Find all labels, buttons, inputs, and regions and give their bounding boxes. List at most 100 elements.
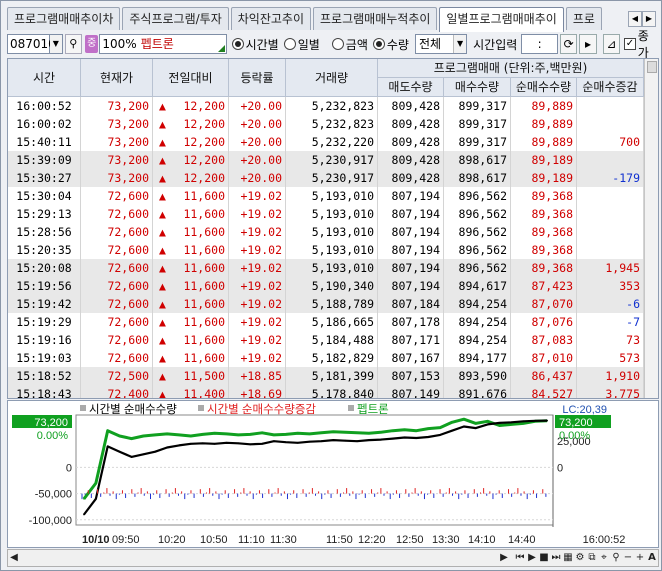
- table-row[interactable]: 15:19:56 72,600 ▲ 11,600 +19.02 5,190,340 807,…: [8, 277, 644, 295]
- table-row[interactable]: 15:28:56 72,600 ▲ 11,600 +19.02 5,193,010 807,…: [8, 223, 644, 241]
- table-row[interactable]: 16:00:52 73,200 ▲ 12,200 +20.00 5,232,823 809,…: [8, 97, 644, 115]
- cell-net-qty: 87,010: [511, 349, 577, 367]
- tab-next-icon[interactable]: ▶: [642, 11, 656, 27]
- col-time[interactable]: 시간: [8, 59, 81, 97]
- cell-change: ▲ 11,600: [153, 241, 229, 259]
- refresh-icon[interactable]: ⟳: [559, 34, 578, 54]
- table-row[interactable]: 15:19:03 72,600 ▲ 11,600 +19.02 5,182,829 807,…: [8, 349, 644, 367]
- cell-sell-qty: 807,194: [378, 223, 444, 241]
- radio-qty[interactable]: 수량: [372, 36, 409, 53]
- cell-net-qty: 89,189: [511, 151, 577, 169]
- table-row[interactable]: 15:19:42 72,600 ▲ 11,600 +19.02 5,188,789 807,…: [8, 295, 644, 313]
- cell-volume: 5,184,488: [286, 331, 378, 349]
- radio-amount[interactable]: 금액: [331, 36, 368, 53]
- col-volume[interactable]: 거래량: [286, 59, 378, 97]
- tab-5[interactable]: 프로: [565, 7, 602, 30]
- cell-sell-qty: 807,184: [378, 295, 444, 313]
- cell-sell-qty: 807,194: [378, 187, 444, 205]
- table-row[interactable]: 15:40:11 73,200 ▲ 12,200 +20.00 5,232,220 809,…: [8, 133, 644, 151]
- scroll-left-icon[interactable]: ◀: [8, 551, 20, 565]
- table-row[interactable]: 15:18:52 72,500 ▲ 11,500 +18.85 5,181,399 807,…: [8, 367, 644, 385]
- col-buy-qty[interactable]: 매수수량: [444, 78, 511, 97]
- col-price[interactable]: 현재가: [81, 59, 153, 97]
- cell-volume: 5,232,823: [286, 97, 378, 115]
- tab-1[interactable]: 주식프로그램/투자: [122, 7, 229, 30]
- series-point: [154, 450, 157, 453]
- radio-time[interactable]: 시간별: [231, 36, 279, 53]
- next-icon[interactable]: ▸: [579, 34, 597, 54]
- cell-net-delta: 353: [577, 277, 644, 295]
- cell-change: ▲ 11,600: [153, 259, 229, 277]
- stock-code-input[interactable]: 087010: [7, 34, 56, 54]
- cell-price: 73,200: [81, 115, 153, 133]
- cell-time: 15:19:42: [8, 295, 81, 313]
- chart-toggle-icon[interactable]: ⊿: [602, 34, 621, 54]
- market-select[interactable]: 전체 ▼: [414, 34, 468, 54]
- stop-icon[interactable]: ■: [538, 551, 550, 565]
- table-row[interactable]: 15:19:16 72,600 ▲ 11,600 +19.02 5,184,488 807,…: [8, 331, 644, 349]
- scroll-right-icon[interactable]: ▶: [498, 551, 510, 565]
- table-row[interactable]: 15:18:43 72,400 ▲ 11,400 +18.69 5,178,840 807,…: [8, 385, 644, 398]
- tab-prev-icon[interactable]: ◀: [628, 11, 642, 27]
- col-rate[interactable]: 등락률: [229, 59, 286, 97]
- table-row[interactable]: 15:39:09 73,200 ▲ 12,200 +20.00 5,230,917 809,…: [8, 151, 644, 169]
- radio-day[interactable]: 일별: [283, 36, 320, 53]
- col-net-qty[interactable]: 순매수수량: [511, 78, 577, 97]
- cell-change: ▲ 11,400: [153, 385, 229, 398]
- zoom-icon[interactable]: ⚲: [610, 551, 622, 565]
- col-change[interactable]: 전일대비: [153, 59, 229, 97]
- series-point: [166, 446, 169, 449]
- up-arrow-icon: ▲: [159, 369, 166, 383]
- settings-icon[interactable]: ⚙: [574, 551, 586, 565]
- table-row[interactable]: 15:19:29 72,600 ▲ 11,600 +19.02 5,186,665 807,…: [8, 313, 644, 331]
- series-point: [83, 513, 85, 516]
- col-sell-qty[interactable]: 매도수량: [378, 78, 444, 97]
- chevron-down-icon[interactable]: ▼: [50, 34, 63, 54]
- col-net-delta[interactable]: 순매수증감: [577, 78, 644, 97]
- play-icon[interactable]: ▶: [526, 551, 538, 565]
- up-arrow-icon: ▲: [159, 351, 166, 365]
- scroll-thumb[interactable]: [647, 61, 657, 73]
- grid-icon[interactable]: ▦: [562, 551, 574, 565]
- series-point: [534, 419, 537, 422]
- table-row[interactable]: 15:30:04 72,600 ▲ 11,600 +19.02 5,193,010 807,…: [8, 187, 644, 205]
- series-point: [332, 430, 335, 433]
- table-row[interactable]: 15:29:13 72,600 ▲ 11,600 +19.02 5,193,010 807,…: [8, 205, 644, 223]
- zoom-in-icon[interactable]: +: [634, 551, 646, 565]
- tab-2[interactable]: 차익잔고추이: [230, 7, 311, 30]
- cell-volume: 5,230,917: [286, 151, 378, 169]
- vertical-scrollbar[interactable]: [644, 59, 658, 398]
- stock-name-field[interactable]: 100% 펩트론: [99, 34, 227, 54]
- cell-buy-qty: 894,617: [444, 277, 511, 295]
- zoom-out-icon[interactable]: −: [622, 551, 634, 565]
- series-point: [344, 439, 347, 442]
- program-trading-window: 프로그램매매추이차 주식프로그램/투자 차익잔고추이 프로그램매매누적추이 일별프로그램…: [0, 0, 662, 571]
- cell-net-qty: 89,368: [511, 241, 577, 259]
- close-price-checkbox[interactable]: ✓: [624, 38, 636, 50]
- table-row[interactable]: 16:00:02 73,200 ▲ 12,200 +20.00 5,232,823 809,…: [8, 115, 644, 133]
- skip-back-icon[interactable]: ⏮: [514, 551, 526, 565]
- font-size-icon[interactable]: A: [646, 551, 658, 565]
- search-icon[interactable]: ⚲: [64, 34, 82, 54]
- cell-buy-qty: 896,562: [444, 241, 511, 259]
- cell-volume: 5,188,789: [286, 295, 378, 313]
- time-input[interactable]: :: [521, 34, 558, 54]
- cell-net-qty: 89,368: [511, 259, 577, 277]
- cell-net-delta: 573: [577, 349, 644, 367]
- copy-icon[interactable]: ⧉: [586, 551, 598, 565]
- cell-net-delta: [577, 151, 644, 169]
- tab-0[interactable]: 프로그램매매추이차: [7, 7, 121, 30]
- tab-4[interactable]: 일별프로그램매매추이: [439, 7, 564, 32]
- skip-forward-icon[interactable]: ⏭: [550, 551, 562, 565]
- cell-time: 15:28:56: [8, 223, 81, 241]
- cell-net-delta: [577, 205, 644, 223]
- chart-scrollbar[interactable]: ◀ ▶ ⏮ ▶ ■ ⏭ ▦ ⚙ ⧉ ⌖ ⚲ − + A: [7, 549, 659, 567]
- table-row[interactable]: 15:20:35 72,600 ▲ 11,600 +19.02 5,193,010 807,…: [8, 241, 644, 259]
- cell-net-qty: 86,437: [511, 367, 577, 385]
- table-row[interactable]: 15:20:08 72,600 ▲ 11,600 +19.02 5,193,010 807,…: [8, 259, 644, 277]
- cell-sell-qty: 807,153: [378, 367, 444, 385]
- tab-3[interactable]: 프로그램매매누적추이: [313, 7, 438, 30]
- table-row[interactable]: 15:30:27 73,200 ▲ 12,200 +20.00 5,230,917 809,…: [8, 169, 644, 187]
- crosshair-icon[interactable]: ⌖: [598, 551, 610, 565]
- cell-price: 72,600: [81, 277, 153, 295]
